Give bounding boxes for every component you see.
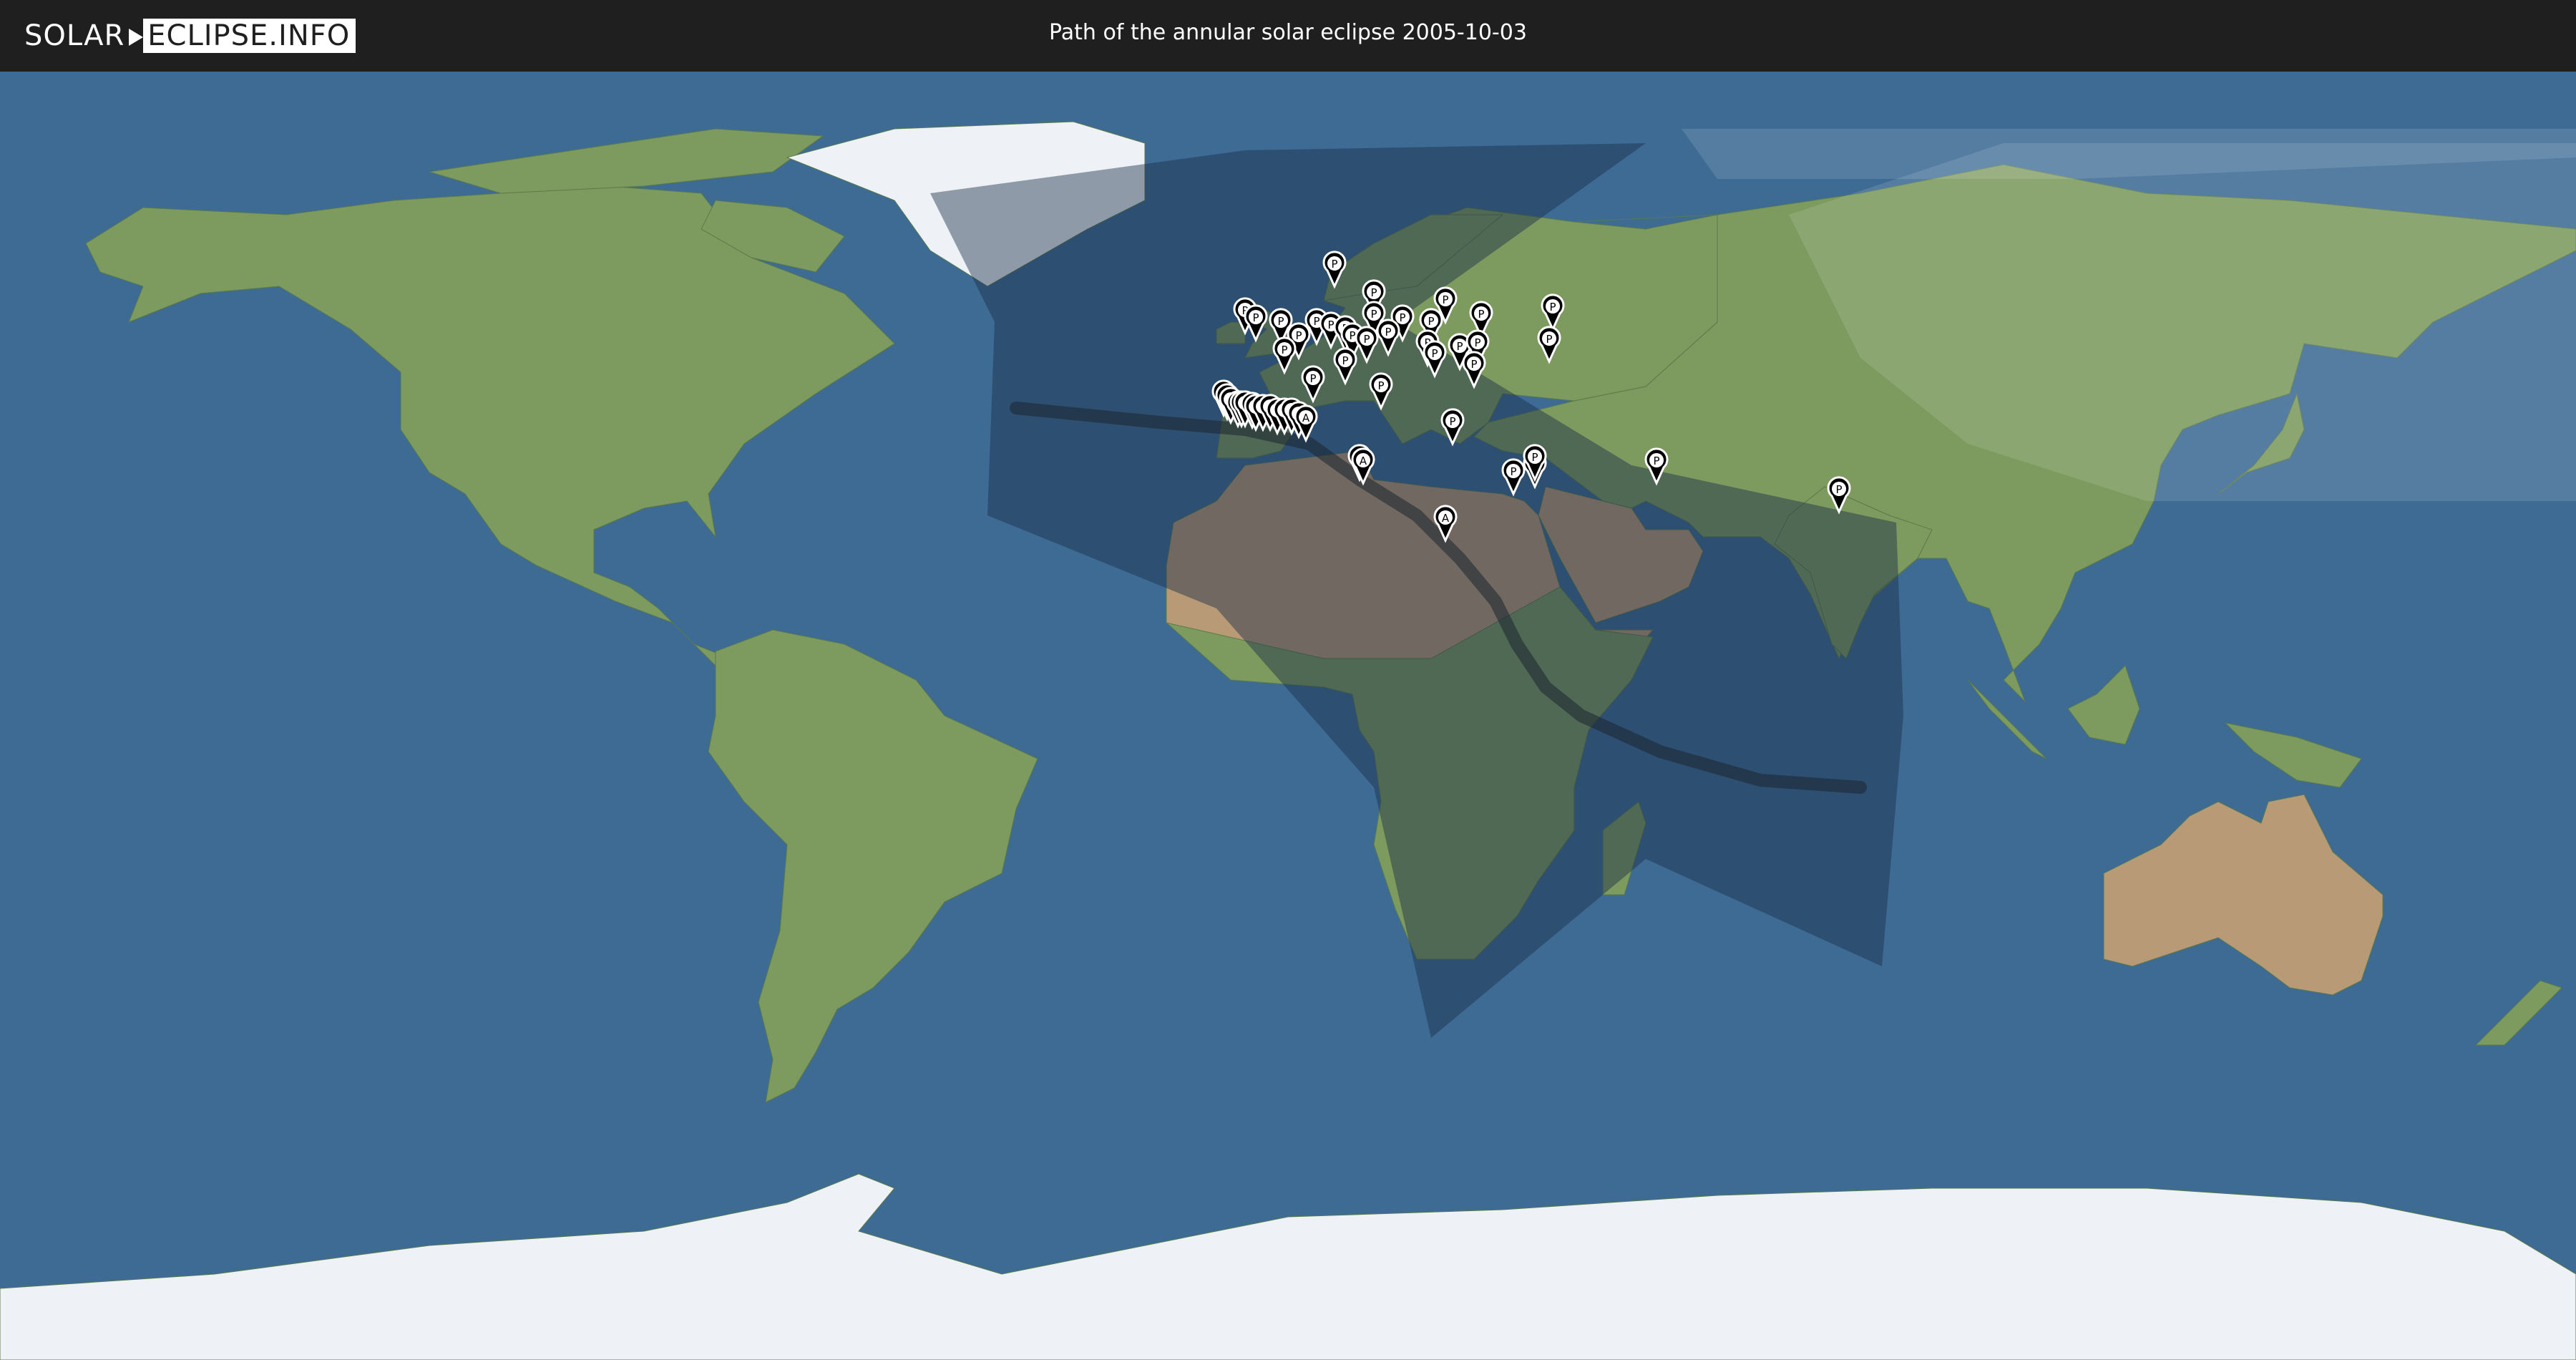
marker-label: P [1295,329,1302,342]
marker-label: P [1370,286,1377,299]
marker-label: P [1349,329,1355,342]
marker-label: P [1449,415,1455,428]
marker-label: P [1309,372,1316,385]
marker-label: P [1456,340,1463,353]
marker-label: P [1331,258,1337,271]
marker-label: P [1428,315,1434,328]
marker-label: P [1474,336,1480,349]
marker-label: P [1470,358,1477,371]
marker-label: P [1281,344,1287,356]
top-bar: SOLAR ECLIPSE.INFO Path of the annular s… [0,0,2576,72]
marker-label: P [1510,465,1516,478]
page-title: Path of the annular solar eclipse 2005-1… [1049,20,1527,45]
marker-label: P [1252,311,1259,324]
marker-label: P [1277,315,1284,328]
marker-label: P [1363,333,1370,346]
marker-label: A [1360,455,1367,467]
marker-label: P [1377,379,1384,392]
marker-label: P [1399,311,1405,324]
marker-label: P [1653,455,1659,467]
marker-label: P [1549,301,1556,314]
map-canvas[interactable]: PPPPPPPPPPPPPPPPPPPPPPPPPPPPPPPPPPPPAAAA… [0,72,2576,1360]
marker-label: P [1327,319,1334,331]
marker-label: P [1342,354,1348,367]
marker-label: P [1431,347,1438,360]
marker-label: P [1313,315,1319,328]
marker-label: P [1370,308,1377,321]
marker-label: A [1302,412,1310,424]
marker-label: P [1478,308,1484,321]
marker-label: P [1385,326,1391,339]
marker-label: P [1442,293,1448,306]
marker-label: P [1531,451,1538,464]
marker-label: A [1442,512,1450,525]
marker-label: P [1546,333,1552,346]
world-map[interactable]: PPPPPPPPPPPPPPPPPPPPPPPPPPPPPPPPPPPPAAAA… [0,72,2576,1360]
marker-label: P [1835,483,1842,496]
